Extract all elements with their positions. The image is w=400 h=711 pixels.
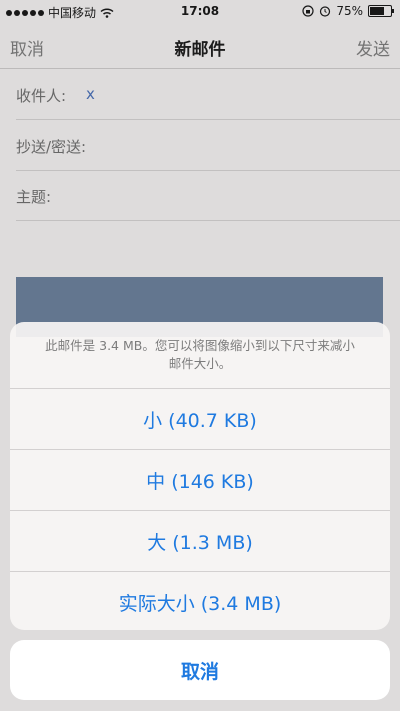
action-sheet-cancel-button[interactable]: 取消 (10, 640, 390, 700)
action-sheet-message: 此邮件是 3.4 MB。您可以将图像缩小到以下尺寸来减小邮件大小。 (45, 338, 355, 371)
size-option-actual[interactable]: 实际大小 (3.4 MB) (10, 571, 390, 630)
size-option-medium[interactable]: 中 (146 KB) (10, 449, 390, 510)
size-option-small[interactable]: 小 (40.7 KB) (10, 388, 390, 449)
size-option-large[interactable]: 大 (1.3 MB) (10, 510, 390, 571)
image-size-action-sheet: 此邮件是 3.4 MB。您可以将图像缩小到以下尺寸来减小邮件大小。 小 (40.… (10, 322, 390, 630)
